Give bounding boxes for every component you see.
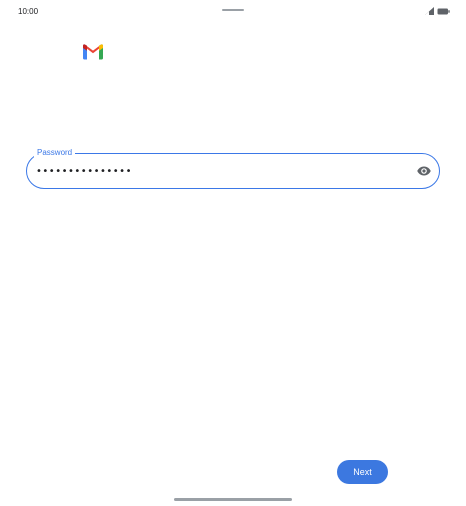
battery-icon bbox=[437, 8, 450, 15]
screen: 10:00 Password ••••••••••••••• Next bbox=[0, 0, 466, 506]
eye-icon[interactable] bbox=[416, 163, 432, 179]
password-label: Password bbox=[34, 147, 76, 158]
status-time: 10:00 bbox=[18, 7, 39, 16]
status-bar: 10:00 bbox=[0, 0, 466, 22]
signal-icon bbox=[425, 7, 434, 15]
home-indicator[interactable] bbox=[174, 498, 292, 501]
status-icons bbox=[425, 6, 450, 16]
password-input[interactable] bbox=[36, 164, 396, 178]
next-button[interactable]: Next bbox=[337, 460, 388, 484]
password-field: Password bbox=[26, 147, 440, 189]
gmail-logo-icon bbox=[82, 43, 104, 60]
notch-pill bbox=[222, 9, 244, 11]
